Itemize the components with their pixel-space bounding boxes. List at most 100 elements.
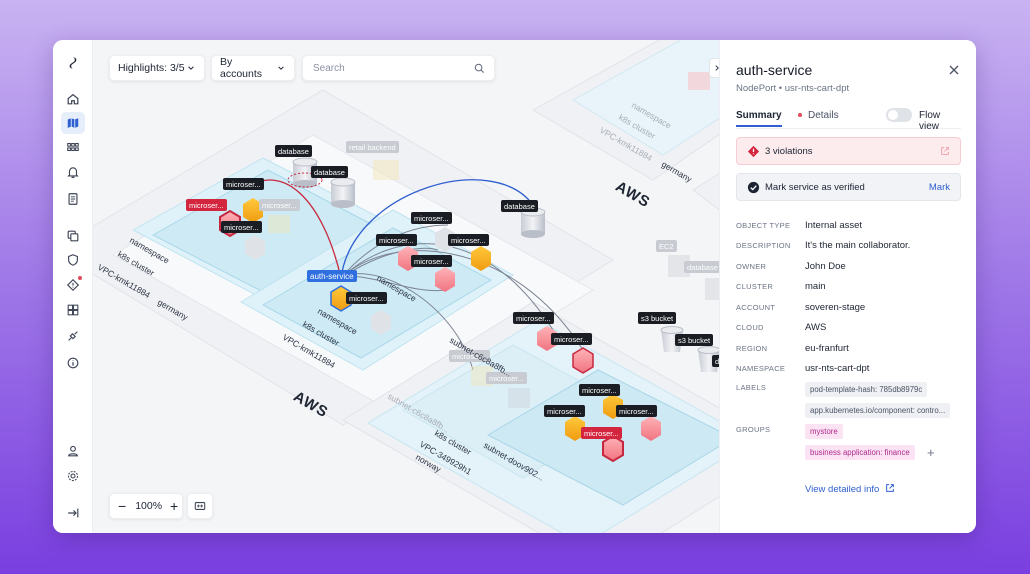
retail-backend-label: retail backend [346, 141, 399, 153]
tab-summary[interactable]: Summary [736, 110, 782, 127]
property-key: CLUSTER [736, 282, 774, 291]
check-circle-icon [747, 181, 760, 194]
database-label: database [311, 166, 348, 178]
label-chip: pod-template-hash: 785db8979c [805, 382, 928, 397]
zoom-level: 100% [135, 500, 163, 512]
auth-service-label[interactable]: auth-service [307, 270, 357, 282]
notification-dot [78, 276, 82, 280]
grid-icon[interactable] [61, 136, 85, 158]
verify-text: Mark service as verified [765, 182, 865, 193]
view-detailed-info-link[interactable]: View detailed info [805, 483, 895, 495]
verify-banner: Mark service as verified Mark [736, 173, 961, 201]
microservice-label: microser... [579, 384, 620, 396]
chevron-down-icon [278, 66, 284, 70]
microservice-label: microser... [551, 333, 592, 345]
alert-diamond-icon[interactable] [61, 274, 85, 296]
zoom-out-button[interactable]: − [118, 498, 126, 514]
microservice-label: microser... [513, 312, 554, 324]
labels-key: LABELS [736, 383, 767, 392]
microservice-label: microser... [544, 405, 585, 417]
zoom-in-button[interactable]: + [170, 498, 178, 514]
group-chip[interactable]: business application: finance [805, 445, 915, 460]
property-key: CLOUD [736, 323, 764, 332]
property-value: soveren-stage [805, 302, 866, 313]
property-row: OWNER John Doe [736, 260, 961, 278]
property-key: OBJECT TYPE [736, 221, 791, 230]
property-row: ACCOUNT soveren-stage [736, 301, 961, 319]
microservice-label: microser... [581, 427, 622, 439]
user-icon[interactable] [61, 440, 85, 462]
violations-text: 3 violations [765, 146, 813, 157]
property-row: CLOUD AWS [736, 321, 961, 339]
groups-key: GROUPS [736, 425, 771, 434]
violations-banner[interactable]: 3 violations [736, 137, 961, 165]
database-node[interactable] [520, 207, 546, 238]
database-label: database [684, 261, 719, 273]
collapse-panel-button[interactable] [709, 58, 719, 78]
alert-diamond-icon [747, 145, 760, 158]
chevron-down-icon [188, 66, 194, 70]
mark-verified-button[interactable]: Mark [929, 182, 950, 193]
topology-canvas[interactable]: database database retail backend microse… [93, 40, 719, 533]
property-key: REGION [736, 344, 768, 353]
map-icon[interactable] [61, 112, 85, 134]
fit-screen-icon [194, 502, 206, 510]
flow-view-toggle[interactable] [886, 108, 912, 122]
microservice-label: microser... [221, 221, 262, 233]
logo-icon[interactable] [61, 52, 85, 74]
tab-details[interactable]: Details [798, 110, 839, 121]
property-value: Internal asset [805, 220, 863, 231]
panel-tabs: Summary Details Flow view [736, 108, 961, 132]
add-group-button[interactable]: + [927, 445, 935, 460]
property-value: John Doe [805, 261, 846, 272]
highlights-label: Highlights: 3/5 [118, 62, 185, 74]
copy-icon[interactable] [61, 225, 85, 247]
logout-icon[interactable] [61, 502, 85, 524]
external-link-icon[interactable] [940, 146, 950, 156]
microservice-label: microser... [346, 292, 387, 304]
sidebar [53, 40, 93, 533]
property-key: NAMESPACE [736, 364, 786, 373]
property-value: usr-nts-cart-dpt [805, 363, 870, 374]
group-by-label: By accounts [220, 56, 263, 80]
shield-icon[interactable] [61, 249, 85, 271]
search-input[interactable] [313, 62, 463, 74]
panel-title: auth-service [736, 62, 813, 78]
database-node[interactable] [330, 177, 356, 208]
group-chip[interactable]: mystore [805, 424, 843, 439]
puzzle-icon[interactable] [61, 299, 85, 321]
groups-row: GROUPS mystore business application: fin… [736, 423, 961, 463]
flow-view-label: Flow view [919, 110, 941, 132]
info-icon[interactable] [61, 352, 85, 374]
property-key: OWNER [736, 262, 767, 271]
plug-icon[interactable] [61, 325, 85, 347]
tab-details-label: Details [808, 110, 839, 121]
zoom-control: − 100% + [109, 493, 183, 519]
property-key: ACCOUNT [736, 303, 776, 312]
label-chip: app.kubernetes.io/component: contro... [805, 403, 951, 418]
microservice-label: microser... [376, 234, 417, 246]
team-settings-icon[interactable] [61, 465, 85, 487]
microservice-label: microser... [411, 212, 452, 224]
microservice-label: microser... [411, 255, 452, 267]
close-icon[interactable] [948, 64, 960, 76]
highlights-dropdown[interactable]: Highlights: 3/5 [109, 55, 205, 81]
database-label: database [275, 145, 312, 157]
property-value: AWS [805, 322, 827, 333]
microservice-label: microser... [448, 234, 489, 246]
property-value: eu-franfurt [805, 343, 849, 354]
search-box[interactable] [302, 55, 495, 81]
property-row: NAMESPACE usr-nts-cart-dpt [736, 362, 961, 380]
details-panel: auth-service NodePort • usr-nts-cart-dpt… [719, 40, 976, 533]
microservice-label: microser... [616, 405, 657, 417]
labels-row: LABELS pod-template-hash: 785db8979c app… [736, 381, 961, 421]
document-icon[interactable] [61, 188, 85, 210]
fit-view-button[interactable] [187, 493, 213, 519]
bell-icon[interactable] [61, 161, 85, 183]
group-by-dropdown[interactable]: By accounts [211, 55, 295, 81]
home-icon[interactable] [61, 88, 85, 110]
microservice-label: microser... [186, 199, 227, 211]
database-label: database [501, 200, 538, 212]
property-row: REGION eu-franfurt [736, 342, 961, 360]
microservice-label: microser... [259, 199, 300, 211]
